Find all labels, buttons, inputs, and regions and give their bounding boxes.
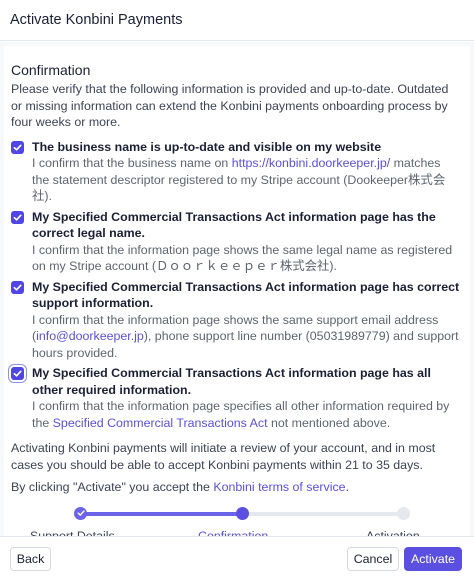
other-info-checkbox[interactable]: [11, 367, 24, 380]
legal-name-desc: I confirm that the information page show…: [32, 242, 453, 274]
legal-name-checkbox[interactable]: [11, 210, 24, 224]
legal-name-title: My Specified Commercial Transactions Act…: [32, 209, 436, 241]
support-info-desc: I confirm that the information page show…: [32, 312, 459, 360]
stepper-progress-fill: [80, 511, 243, 516]
dialog-body: Confirmation Please verify that the foll…: [0, 42, 474, 543]
checkbox-item-support-info[interactable]: My Specified Commercial Transactions Act…: [11, 279, 460, 362]
activation-note: Activating Konbini payments will initiat…: [11, 441, 436, 472]
back-button[interactable]: Back: [10, 547, 51, 571]
confirmation-panel: Confirmation Please verify that the foll…: [4, 46, 470, 543]
check-icon: [13, 214, 22, 221]
other-info-title: My Specified Commercial Transactions Act…: [32, 366, 431, 397]
check-icon: [13, 370, 22, 377]
sct-act-link[interactable]: Specified Commercial Transactions Act: [53, 416, 268, 430]
support-info-title: My Specified Commercial Transactions Act…: [32, 279, 460, 311]
check-icon: [13, 284, 22, 291]
dialog-header: Activate Konbini Payments: [0, 0, 474, 41]
section-intro: Please verify that the following informa…: [11, 82, 449, 129]
checkbox-item-business-name[interactable]: The business name is up-to-date and visi…: [11, 139, 460, 205]
cancel-button[interactable]: Cancel: [347, 547, 399, 571]
terms-text: By clicking "Activate" you accept the Ko…: [11, 480, 350, 494]
activate-button[interactable]: Activate: [404, 547, 462, 571]
section-title: Confirmation: [11, 62, 91, 78]
dialog-footer: Back Cancel Activate: [0, 536, 474, 579]
other-info-desc: I confirm that the information page spec…: [32, 399, 450, 430]
step-activation-dot: [397, 506, 410, 520]
step-confirmation-dot: [236, 506, 249, 520]
checkbox-item-legal-name[interactable]: My Specified Commercial Transactions Act…: [11, 209, 460, 275]
business-name-desc: I confirm that the business name on http…: [32, 156, 446, 203]
website-link[interactable]: https://konbini.doorkeeper.jp/: [232, 156, 390, 170]
checkbox-item-other-info[interactable]: My Specified Commercial Transactions Act…: [11, 365, 460, 431]
business-name-checkbox[interactable]: [11, 140, 24, 154]
terms-link[interactable]: Konbini terms of service: [213, 480, 345, 494]
check-icon: [13, 144, 22, 151]
dialog-title: Activate Konbini Payments: [10, 12, 183, 28]
support-info-checkbox[interactable]: [11, 280, 24, 294]
step-support-details-dot: [74, 506, 87, 520]
check-icon: [76, 510, 85, 516]
business-name-title: The business name is up-to-date and visi…: [32, 139, 382, 154]
support-email-link[interactable]: info@doorkeeper.jp: [36, 329, 144, 343]
